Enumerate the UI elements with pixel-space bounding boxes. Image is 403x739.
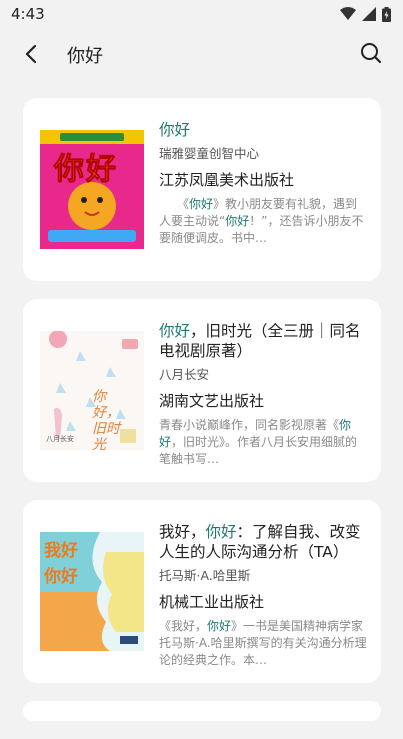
book-publisher: 机械工业出版社 xyxy=(159,593,265,611)
book-cover: 你好 xyxy=(40,130,144,249)
cover-author: 八月长安 xyxy=(46,435,74,443)
book-author: 托马斯·A.哈里斯 xyxy=(159,568,251,583)
book-card[interactable]: 你好，旧时光 八月长安 你好，旧时光（全三册｜同名电视剧原著） 八月长安 湖南文… xyxy=(23,299,381,482)
cover-title: 你好，旧时光 xyxy=(92,389,120,450)
book-title: 我好，你好：了解自我、改变人生的人际沟通分析（TA） xyxy=(159,523,361,561)
book-cover: 我好 你好 xyxy=(40,532,144,651)
book-cover: 你好，旧时光 八月长安 xyxy=(40,331,144,450)
book-description: 青春小说巅峰作，同名影视原著《你好，旧时光》。作者八月长安用细腻的笔触书写… xyxy=(159,418,358,466)
status-bar: 4:43 xyxy=(0,0,403,28)
book-card-partial[interactable] xyxy=(23,701,381,721)
battery-icon xyxy=(382,6,391,22)
back-arrow-icon[interactable] xyxy=(20,42,44,66)
book-description: 《我好，你好》一书是美国精神病学家托马斯·A.哈里斯撰写的有关沟通分析理论的经典… xyxy=(159,619,367,667)
signal-icon xyxy=(362,7,376,21)
cover-title: 我好 你好 xyxy=(44,541,78,587)
wifi-icon xyxy=(340,7,356,20)
book-author: 八月长安 xyxy=(159,367,210,382)
status-icons xyxy=(340,6,391,22)
status-time: 4:43 xyxy=(11,5,45,23)
cover-title: 你好 xyxy=(54,152,118,188)
title-highlight: 你好 xyxy=(159,121,191,139)
book-publisher: 湖南文艺出版社 xyxy=(159,392,265,410)
book-title: 你好，旧时光（全三册｜同名电视剧原著） xyxy=(159,322,361,360)
book-description: 《你好》教小朋友要有礼貌，遇到人要主动说“你好！”，还告诉小朋友不要随便调皮。书… xyxy=(159,197,364,245)
app-bar: 你好 xyxy=(0,28,403,80)
book-card[interactable]: 我好 你好 我好，你好：了解自我、改变人生的人际沟通分析（TA） 托马斯·A.哈… xyxy=(23,500,381,683)
page-title: 你好 xyxy=(67,46,103,67)
search-icon[interactable] xyxy=(359,41,383,65)
book-title: 你好 xyxy=(159,120,367,140)
book-list: 你好 你好 瑞雅婴童创智中心 江苏凤凰美术出版社 《你好》教小朋友要有礼貌，遇到… xyxy=(23,98,381,739)
book-author: 瑞雅婴童创智中心 xyxy=(159,146,260,161)
book-publisher: 江苏凤凰美术出版社 xyxy=(159,171,295,189)
book-card[interactable]: 你好 你好 瑞雅婴童创智中心 江苏凤凰美术出版社 《你好》教小朋友要有礼貌，遇到… xyxy=(23,98,381,281)
